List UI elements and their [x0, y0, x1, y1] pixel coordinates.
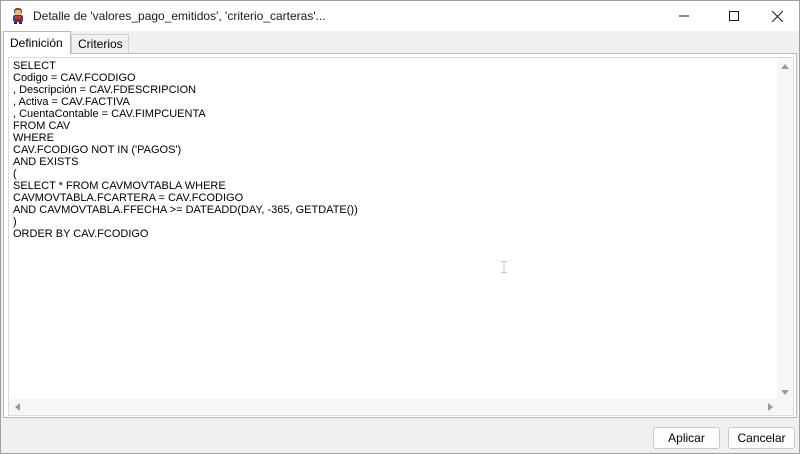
tab-panel: SELECT Codigo = CAV.FCODIGO , Descripció…	[3, 53, 797, 418]
title-bar[interactable]: Detalle de 'valores_pago_emitidos', 'cri…	[1, 1, 799, 31]
vertical-scrollbar[interactable]	[777, 58, 793, 401]
maximize-button[interactable]	[711, 1, 757, 31]
apply-button[interactable]: Aplicar	[653, 427, 720, 449]
app-figure-icon	[9, 7, 27, 25]
code-line: , Activa = CAV.FACTIVA	[13, 96, 130, 108]
code-line: SELECT	[13, 60, 56, 72]
scroll-left-arrow-icon[interactable]	[15, 403, 20, 411]
window-title: Detalle de 'valores_pago_emitidos', 'cri…	[33, 9, 326, 23]
scrollbar-corner	[777, 399, 793, 415]
sql-editor[interactable]: SELECT Codigo = CAV.FCODIGO , Descripció…	[8, 57, 794, 416]
code-line: , CuentaContable = CAV.FIMPCUENTA	[13, 108, 206, 120]
code-line: Codigo = CAV.FCODIGO	[13, 72, 136, 84]
sql-text[interactable]: SELECT Codigo = CAV.FCODIGO , Descripció…	[13, 60, 773, 400]
close-button[interactable]	[754, 1, 800, 31]
dialog-window: Detalle de 'valores_pago_emitidos', 'cri…	[0, 0, 800, 454]
horizontal-scrollbar[interactable]	[9, 399, 779, 415]
code-line: SELECT * FROM CAVMOVTABLA WHERE	[13, 180, 226, 192]
code-line: ORDER BY CAV.FCODIGO	[13, 228, 149, 240]
code-line: CAVMOVTABLA.FCARTERA = CAV.FCODIGO	[13, 192, 244, 204]
scroll-right-arrow-icon[interactable]	[768, 403, 773, 411]
text-cursor-icon	[501, 261, 507, 273]
code-line: )	[13, 216, 17, 228]
tab-criterios[interactable]: Criterios	[71, 34, 129, 54]
cancel-button[interactable]: Cancelar	[728, 427, 795, 449]
tab-definicion[interactable]: Definición	[3, 31, 71, 54]
minimize-icon	[679, 11, 689, 21]
code-line: WHERE	[13, 132, 54, 144]
scroll-up-arrow-icon[interactable]	[781, 64, 789, 69]
code-line: AND CAVMOVTABLA.FFECHA >= DATEADD(DAY, -…	[13, 204, 358, 216]
code-line: (	[13, 168, 17, 180]
maximize-icon	[729, 11, 739, 21]
code-line: FROM CAV	[13, 120, 71, 132]
code-line: , Descripción = CAV.FDESCRIPCION	[13, 84, 197, 96]
minimize-button[interactable]	[661, 1, 707, 31]
scroll-down-arrow-icon[interactable]	[781, 390, 789, 395]
code-line: CAV.FCODIGO NOT IN ('PAGOS')	[13, 144, 182, 156]
code-line: AND EXISTS	[13, 156, 79, 168]
close-icon	[771, 10, 783, 22]
